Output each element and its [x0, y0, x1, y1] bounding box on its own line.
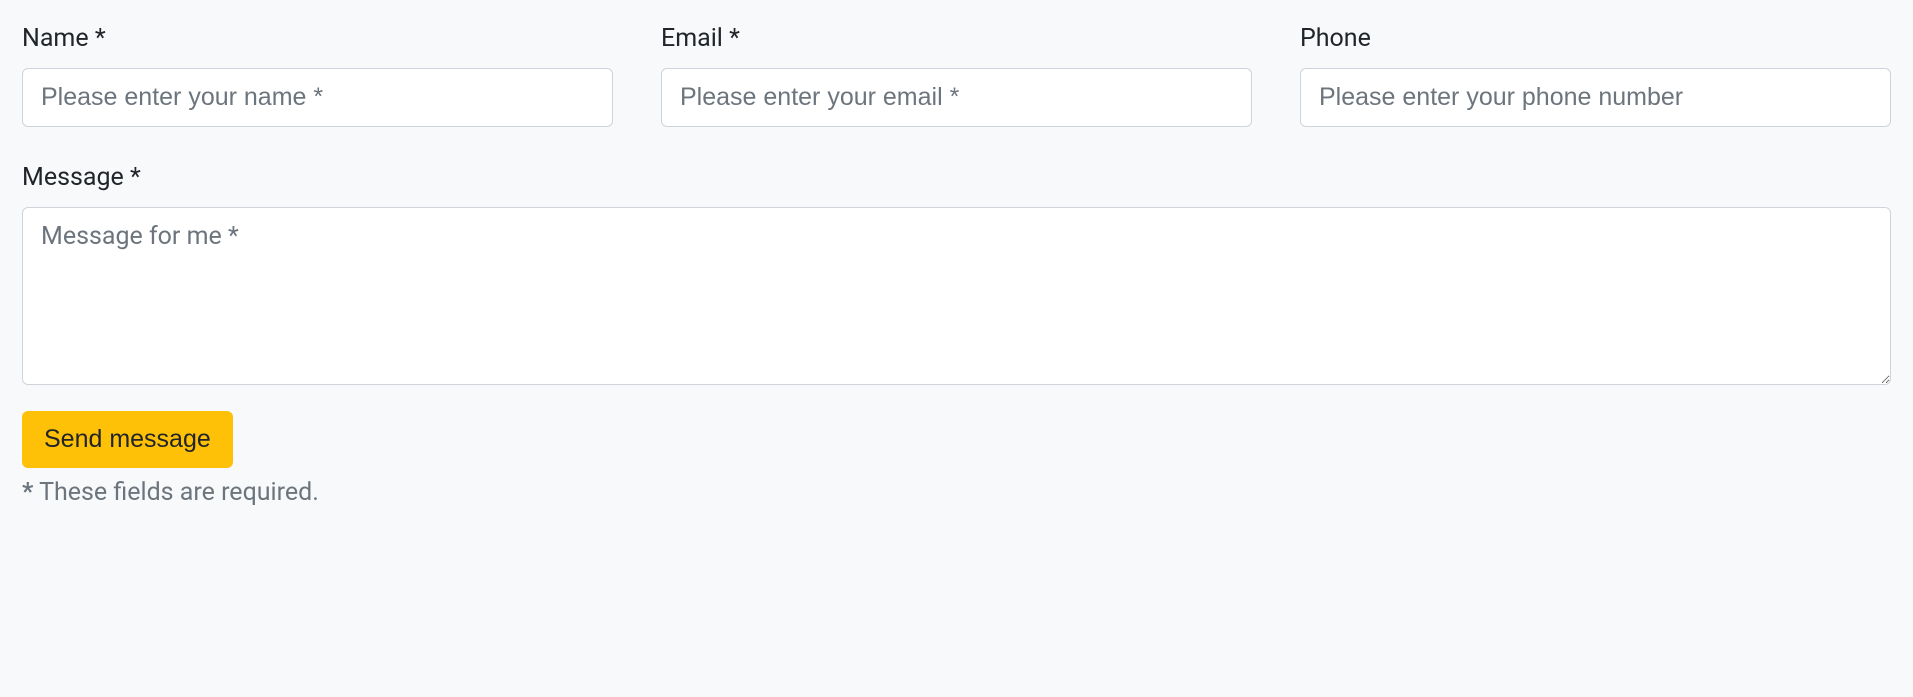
email-input[interactable]: [661, 68, 1252, 127]
form-group-email: Email *: [661, 24, 1252, 127]
email-label: Email *: [661, 24, 1252, 54]
form-actions: Send message * These fields are required…: [22, 411, 1891, 507]
form-group-phone: Phone: [1300, 24, 1891, 127]
name-label: Name *: [22, 24, 613, 54]
name-input[interactable]: [22, 68, 613, 127]
send-message-button[interactable]: Send message: [22, 411, 233, 468]
message-textarea[interactable]: [22, 207, 1891, 385]
required-fields-note: * These fields are required.: [22, 478, 1891, 507]
message-label: Message *: [22, 163, 1891, 193]
contact-form: Name * Email * Phone Message * Send mess…: [0, 0, 1913, 531]
phone-label: Phone: [1300, 24, 1891, 54]
phone-input[interactable]: [1300, 68, 1891, 127]
form-row-top: Name * Email * Phone: [22, 24, 1891, 127]
required-asterisk: *: [22, 478, 33, 507]
form-group-name: Name *: [22, 24, 613, 127]
form-group-message: Message *: [22, 163, 1891, 385]
required-note-text: These fields are required.: [33, 478, 318, 507]
